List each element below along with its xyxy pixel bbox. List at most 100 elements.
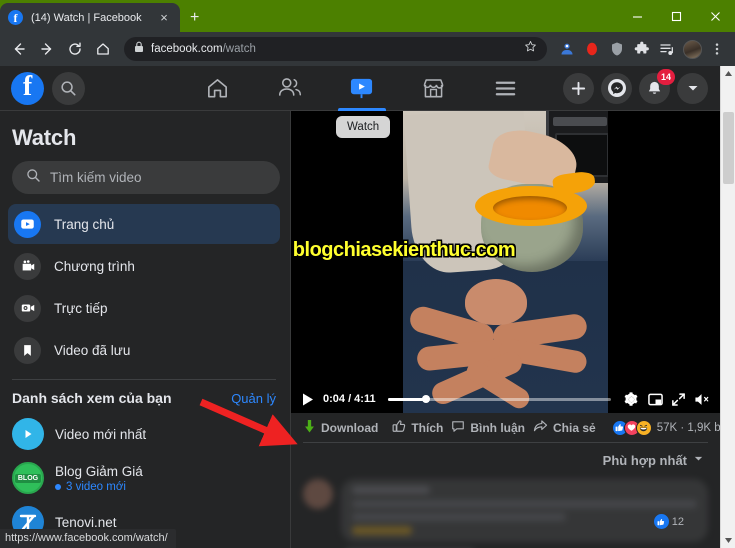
kebab-menu-icon[interactable] [705, 37, 729, 61]
avatar[interactable] [680, 37, 704, 61]
video-player[interactable]: Watch blogchiasekienthuc.com 0:04 / 4:11 [291, 111, 720, 413]
share-label: Chia sẻ [553, 420, 596, 435]
comment-label: Bình luận [470, 420, 525, 435]
nav-tab-watch[interactable] [326, 66, 398, 111]
main-content: Watch blogchiasekienthuc.com 0:04 / 4:11… [291, 111, 720, 548]
comment-item[interactable] [303, 475, 708, 548]
time-display: 0:04 / 4:11 [323, 393, 376, 405]
sidebar-item-trang-chu[interactable]: Trang chủ [8, 204, 280, 244]
list-item-subtitle: 3 video mới [55, 481, 143, 493]
list-item-text: Tenovi.net [55, 515, 117, 530]
messenger-icon[interactable] [601, 72, 632, 104]
expand-icon[interactable] [671, 392, 686, 407]
bookmark-icon [14, 336, 41, 364]
sidebar-item-label: Trực tiếp [54, 300, 108, 316]
lock-icon [134, 40, 144, 58]
minimize-icon[interactable] [618, 0, 657, 32]
tab-strip: f (14) Watch | Facebook × + [0, 0, 735, 32]
comment-button[interactable]: Bình luận [451, 419, 533, 436]
star-icon[interactable] [524, 40, 537, 58]
playlist-icon[interactable] [655, 37, 679, 61]
list-item[interactable]: BLOG Blog Giảm Giá 3 video mới [0, 456, 290, 500]
list-item-title: Blog Giảm Giá [55, 463, 143, 479]
post-action-bar: Download Thích Bình luận Chia sẻ 57K · 1… [291, 413, 720, 442]
list-item-title: Video mới nhất [55, 426, 147, 442]
thumbs-up-icon [392, 419, 406, 436]
list-item-text: Blog Giảm Giá 3 video mới [55, 464, 143, 493]
like-count-text: 12 [671, 515, 684, 528]
facebook-icon: f [8, 10, 23, 25]
reload-icon[interactable] [62, 36, 88, 62]
puzzle-icon[interactable] [630, 37, 654, 61]
forward-arrow-icon[interactable] [34, 36, 60, 62]
url-domain: facebook.com [151, 43, 223, 55]
live-video-icon [14, 294, 41, 322]
like-button[interactable]: Thích [386, 419, 451, 436]
account-menu-button[interactable] [677, 72, 708, 104]
progress-bar[interactable] [387, 395, 611, 403]
page-title: Watch [12, 125, 77, 150]
record-icon[interactable] [580, 37, 604, 61]
back-arrow-icon[interactable] [6, 36, 32, 62]
create-button[interactable] [563, 72, 594, 104]
nav-tab-marketplace[interactable] [398, 66, 470, 111]
play-icon[interactable] [301, 392, 315, 407]
sidebar-item-label: Trang chủ [54, 216, 115, 232]
reaction-haha-icon [635, 419, 652, 436]
facebook-top-nav: f 14 [0, 66, 720, 111]
blog-logo: BLOG [12, 462, 44, 494]
download-button[interactable]: Download [303, 419, 386, 437]
watch-sidebar: Watch Tìm kiếm video Trang chủ Chương tr… [0, 111, 291, 548]
browser-tab[interactable]: f (14) Watch | Facebook × [0, 3, 180, 32]
comment-bubble [341, 479, 708, 542]
sidebar-item-chuong-trinh[interactable]: Chương trình [8, 246, 280, 286]
close-icon[interactable]: × [156, 11, 172, 24]
list-item-title: Tenovi.net [55, 514, 117, 530]
reaction-icons[interactable]: 57K · 1,9K bình luận [611, 419, 720, 436]
like-label: Thích [411, 420, 444, 435]
close-icon[interactable] [696, 0, 735, 32]
shows-icon [14, 252, 41, 280]
watchlist-section-header: Danh sách xem của bạn Quản lý [0, 380, 290, 412]
profile-badge-icon[interactable] [555, 37, 579, 61]
chevron-down-icon [693, 451, 704, 469]
nav-tab-home[interactable] [182, 66, 254, 111]
comment-sort-control[interactable]: Phù hợp nhất [303, 443, 708, 475]
nav-tab-friends[interactable] [254, 66, 326, 111]
shield-icon[interactable] [605, 37, 629, 61]
scrollbar-thumb[interactable] [723, 112, 734, 184]
volume-muted-icon[interactable] [694, 392, 710, 407]
page-viewport: f 14 Watch Tìm kiếm video Trang chủ Chươ… [0, 66, 735, 548]
share-icon [533, 419, 548, 436]
scroll-up-arrow-icon[interactable] [721, 66, 735, 81]
browser-window: f (14) Watch | Facebook × + facebook.com… [0, 0, 735, 548]
home-icon[interactable] [90, 36, 116, 62]
new-tab-button[interactable]: + [190, 10, 199, 26]
miniplayer-icon[interactable] [648, 392, 663, 407]
sidebar-item-video-da-luu[interactable]: Video đã lưu [8, 330, 280, 370]
gear-icon[interactable] [623, 391, 640, 408]
sidebar-item-label: Chương trình [54, 258, 135, 274]
page-scrollbar[interactable] [720, 66, 735, 548]
search-icon[interactable] [52, 71, 85, 105]
watch-home-icon [14, 210, 41, 238]
facebook-logo[interactable]: f [11, 71, 44, 105]
search-input[interactable]: Tìm kiếm video [12, 161, 280, 194]
list-item[interactable]: Video mới nhất [0, 412, 290, 456]
extension-icons [555, 37, 729, 61]
url-path: /watch [222, 43, 256, 55]
manage-link[interactable]: Quản lý [231, 391, 276, 406]
address-bar[interactable]: facebook.com/watch [124, 37, 547, 61]
maximize-icon[interactable] [657, 0, 696, 32]
window-controls [618, 0, 735, 32]
watch-tooltip: Watch [336, 116, 391, 138]
scroll-down-arrow-icon[interactable] [721, 533, 735, 548]
sidebar-item-truc-tiep[interactable]: Trực tiếp [8, 288, 280, 328]
tab-title: (14) Watch | Facebook [31, 11, 142, 24]
avatar [303, 479, 333, 509]
nav-actions: 14 [563, 68, 720, 104]
notifications-button[interactable]: 14 [639, 68, 675, 104]
comment-bubble-icon [451, 419, 465, 436]
nav-tab-menu[interactable] [470, 66, 542, 111]
share-button[interactable]: Chia sẻ [533, 419, 604, 436]
